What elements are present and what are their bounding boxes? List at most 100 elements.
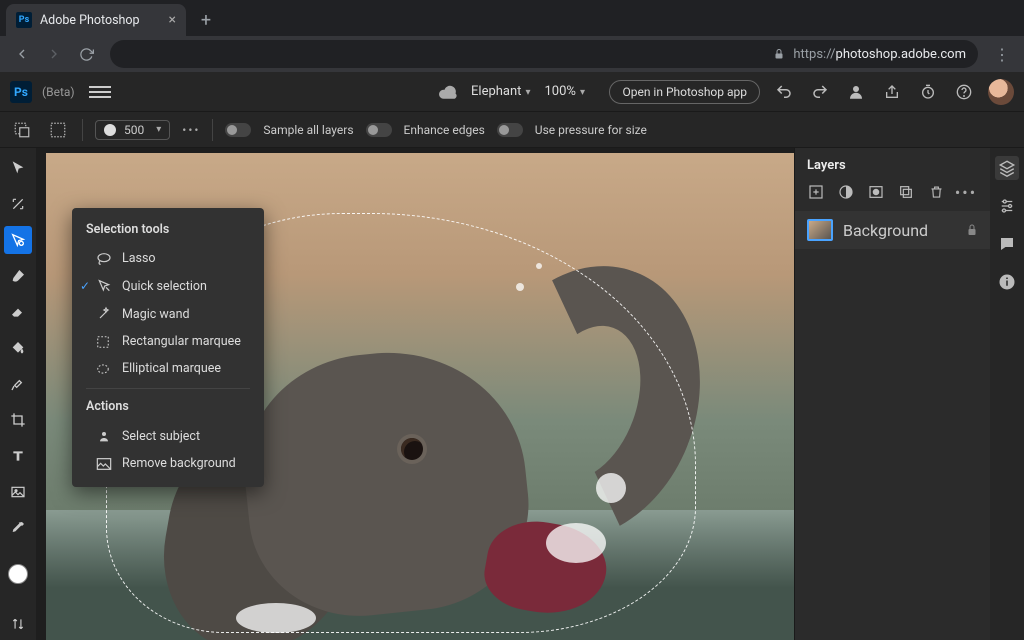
sample-all-layers-label: Sample all layers: [263, 123, 353, 137]
mask-icon[interactable]: [867, 183, 885, 201]
flyout-action-label: Remove background: [122, 456, 236, 471]
eyedropper-tool[interactable]: [4, 514, 32, 542]
enhance-edges-toggle[interactable]: [366, 123, 392, 137]
brush-size-value: 500: [124, 123, 144, 137]
swap-colors-icon[interactable]: [4, 610, 32, 638]
subtract-selection-icon[interactable]: [46, 118, 70, 142]
place-image-tool[interactable]: [4, 478, 32, 506]
divider: [82, 119, 83, 141]
info-tab-icon[interactable]: [995, 270, 1019, 294]
adjustment-layer-icon[interactable]: [837, 183, 855, 201]
group-icon[interactable]: [897, 183, 915, 201]
rectangular-marquee-icon: [96, 335, 112, 349]
flyout-item-label: Rectangular marquee: [122, 334, 241, 349]
flyout-separator: [86, 388, 250, 389]
flyout-action-select-subject[interactable]: Select subject: [72, 422, 264, 450]
healing-tool[interactable]: [4, 370, 32, 398]
reload-button[interactable]: [72, 40, 100, 68]
color-swatch[interactable]: [8, 564, 28, 584]
layer-thumbnail: [807, 219, 833, 241]
layers-panel: Layers ••• Background: [794, 148, 990, 640]
document-name-dropdown[interactable]: Elephant▾: [471, 84, 530, 99]
account-icon[interactable]: [844, 80, 868, 104]
flyout-item-magic-wand[interactable]: Magic wand: [72, 300, 264, 328]
timer-icon[interactable]: [916, 80, 940, 104]
cloud-icon: [439, 85, 457, 99]
lock-icon: [773, 48, 785, 60]
flyout-item-lasso[interactable]: Lasso: [72, 245, 264, 272]
main-menu-button[interactable]: [89, 86, 111, 98]
zoom-dropdown[interactable]: 100%▾: [544, 84, 584, 99]
remove-background-icon: [96, 457, 112, 471]
flyout-action-remove-background[interactable]: Remove background: [72, 450, 264, 477]
delete-icon[interactable]: [927, 183, 945, 201]
share-icon[interactable]: [880, 80, 904, 104]
right-vertical-tabs: [990, 148, 1024, 640]
chevron-down-icon: ▾: [156, 124, 161, 135]
flyout-item-label: Magic wand: [122, 307, 190, 322]
layer-row-background[interactable]: Background: [795, 211, 990, 249]
browser-toolbar: https://photoshop.adobe.com ⋮: [0, 36, 1024, 72]
url-scheme: https://: [793, 47, 835, 62]
text-tool[interactable]: [4, 442, 32, 470]
canvas-area[interactable]: Selection tools Lasso ✓ Quick selection …: [36, 148, 794, 640]
user-avatar[interactable]: [988, 79, 1014, 105]
ps-logo-icon: Ps: [10, 81, 32, 103]
left-toolbar: [0, 148, 36, 640]
help-icon[interactable]: [952, 80, 976, 104]
browser-menu-icon[interactable]: ⋮: [988, 40, 1016, 68]
flyout-item-elliptical-marquee[interactable]: Elliptical marquee: [72, 355, 264, 382]
magic-wand-icon: [96, 306, 112, 322]
eraser-tool[interactable]: [4, 298, 32, 326]
flyout-item-quick-selection[interactable]: ✓ Quick selection: [72, 272, 264, 300]
move-tool[interactable]: [4, 154, 32, 182]
add-layer-icon[interactable]: [807, 183, 825, 201]
selection-tools-flyout: Selection tools Lasso ✓ Quick selection …: [72, 208, 264, 487]
fill-tool[interactable]: [4, 334, 32, 362]
elliptical-marquee-icon: [96, 362, 112, 376]
browser-tab[interactable]: Ps Adobe Photoshop ×: [6, 4, 186, 36]
new-tab-button[interactable]: +: [192, 6, 220, 34]
enhance-edges-label: Enhance edges: [404, 123, 485, 137]
brush-size-control[interactable]: 500 ▾: [95, 120, 170, 140]
flyout-item-rectangular-marquee[interactable]: Rectangular marquee: [72, 328, 264, 355]
redo-button[interactable]: [808, 80, 832, 104]
comments-tab-icon[interactable]: [995, 232, 1019, 256]
sample-all-layers-toggle[interactable]: [225, 123, 251, 137]
flyout-heading-tools: Selection tools: [72, 218, 264, 245]
tab-close-icon[interactable]: ×: [169, 12, 176, 28]
layers-tab-icon[interactable]: [995, 156, 1019, 180]
add-selection-icon[interactable]: [10, 118, 34, 142]
beta-label: (Beta): [42, 85, 75, 99]
back-button[interactable]: [8, 40, 36, 68]
browser-chrome: Ps Adobe Photoshop × + https://photoshop…: [0, 0, 1024, 72]
flyout-item-label: Elliptical marquee: [122, 361, 221, 376]
flyout-action-label: Select subject: [122, 429, 200, 444]
more-options-icon[interactable]: •••: [182, 123, 200, 137]
crop-tool[interactable]: [4, 406, 32, 434]
select-subject-icon: [96, 428, 112, 444]
flyout-heading-actions: Actions: [72, 395, 264, 422]
flyout-item-label: Quick selection: [122, 279, 207, 294]
lasso-icon: [96, 252, 112, 266]
layers-actions: •••: [795, 181, 990, 211]
brush-tool[interactable]: [4, 262, 32, 290]
undo-button[interactable]: [772, 80, 796, 104]
selection-tool[interactable]: [4, 226, 32, 254]
flyout-item-label: Lasso: [122, 251, 156, 266]
tab-strip: Ps Adobe Photoshop × +: [0, 0, 1024, 36]
forward-button[interactable]: [40, 40, 68, 68]
url-host: photoshop.adobe.com: [836, 47, 966, 62]
transform-tool[interactable]: [4, 190, 32, 218]
layers-panel-title: Layers: [795, 148, 990, 181]
address-bar[interactable]: https://photoshop.adobe.com: [110, 40, 978, 68]
favicon-ps-icon: Ps: [16, 12, 32, 28]
layer-lock-icon[interactable]: [966, 223, 978, 237]
app-header: Ps (Beta) Elephant▾ 100%▾ Open in Photos…: [0, 72, 1024, 112]
adjustments-tab-icon[interactable]: [995, 194, 1019, 218]
tab-title: Adobe Photoshop: [40, 13, 140, 28]
open-in-app-button[interactable]: Open in Photoshop app: [609, 80, 760, 104]
use-pressure-toggle[interactable]: [497, 123, 523, 137]
layers-more-icon[interactable]: •••: [957, 183, 975, 201]
quick-selection-icon: [96, 278, 112, 294]
